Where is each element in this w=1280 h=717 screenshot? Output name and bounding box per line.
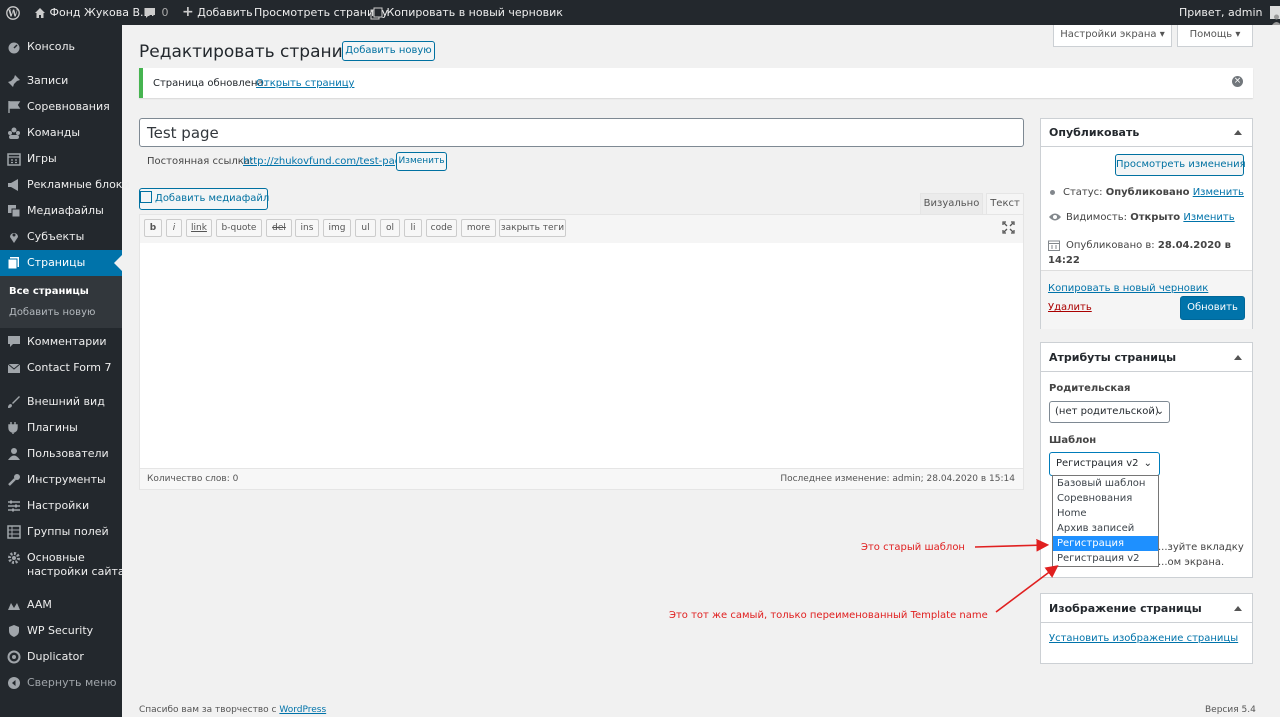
arrow-renamed-template <box>995 565 1059 613</box>
footer-wordpress-link[interactable]: WordPress <box>279 705 326 715</box>
footer-thanks: Спасибо вам за творчество с WordPress <box>139 705 327 715</box>
annotation-arrows <box>974 538 1059 613</box>
footer-version: Версия 5.4 <box>1205 705 1256 715</box>
arrow-old-template <box>974 538 1050 552</box>
